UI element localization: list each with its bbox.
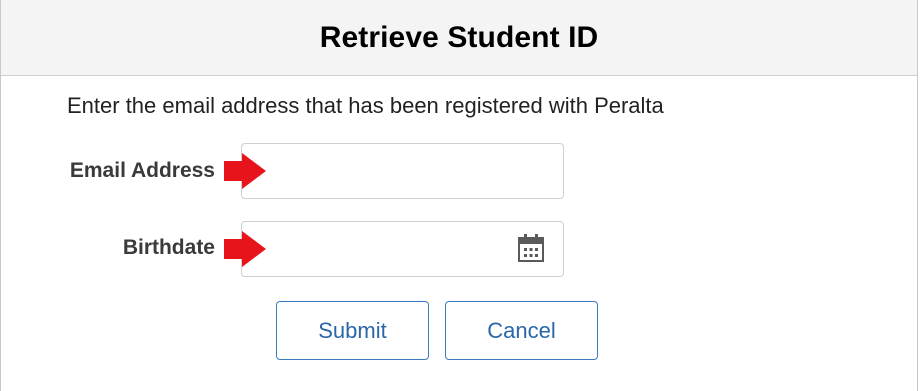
red-arrow-icon: [224, 153, 266, 189]
birthdate-field[interactable]: [241, 221, 564, 277]
retrieve-student-id-dialog: Retrieve Student ID Enter the email addr…: [0, 0, 918, 391]
email-field[interactable]: [241, 143, 564, 199]
instruction-text: Enter the email address that has been re…: [67, 93, 664, 118]
calendar-icon[interactable]: [517, 233, 545, 263]
submit-button[interactable]: Submit: [276, 301, 429, 360]
birthdate-label: Birthdate: [122, 236, 215, 259]
dialog-header: Retrieve Student ID: [1, 0, 917, 76]
red-arrow-icon: [224, 231, 266, 267]
page-title: Retrieve Student ID: [319, 20, 599, 54]
cancel-button[interactable]: Cancel: [445, 301, 598, 360]
email-label: Email Address: [69, 159, 215, 182]
